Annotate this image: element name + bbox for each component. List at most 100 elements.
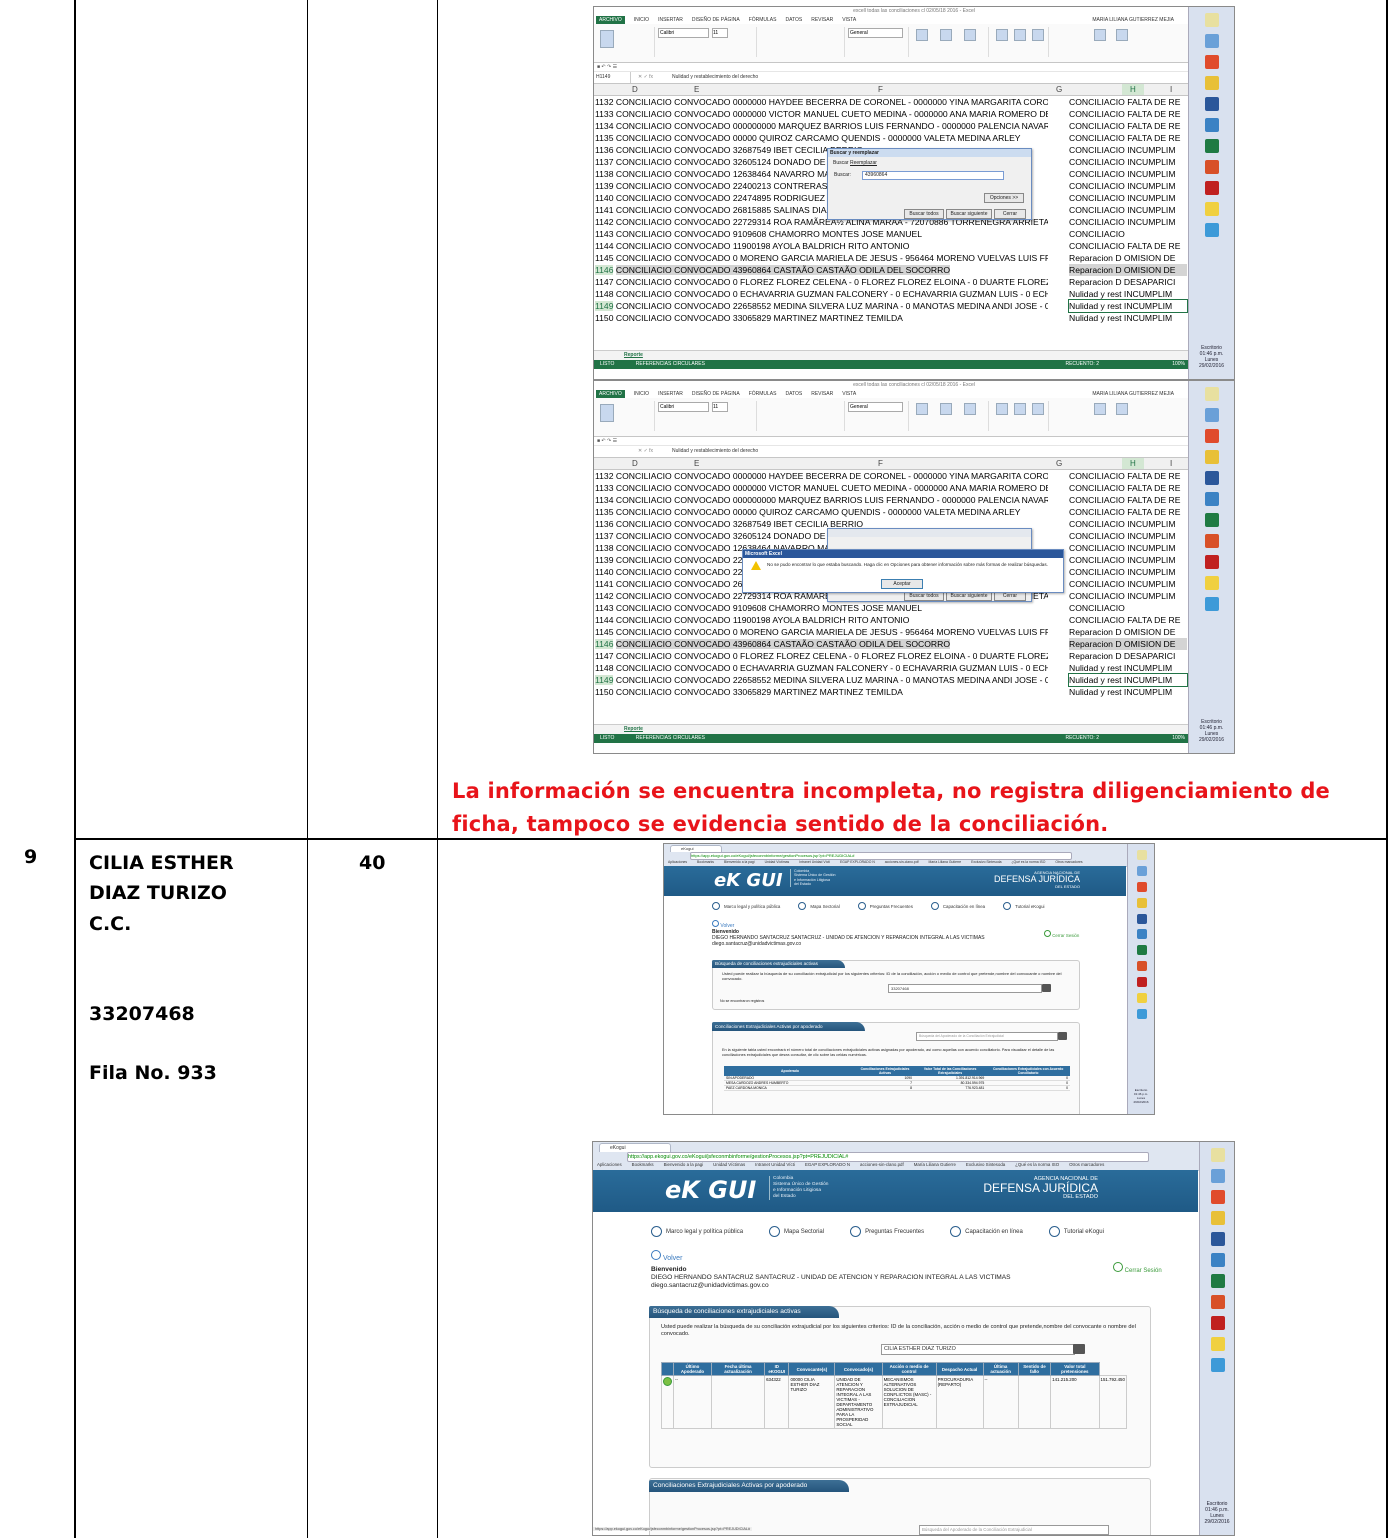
taskbar-app-icon[interactable] xyxy=(1205,13,1219,27)
nav-tutorial[interactable]: Tutorial eKogui xyxy=(1048,1226,1104,1237)
col-g[interactable]: G xyxy=(1056,458,1062,469)
taskbar-app-icon[interactable] xyxy=(1137,898,1147,908)
search-icon[interactable] xyxy=(1058,1032,1067,1040)
row-number[interactable]: 1143 xyxy=(595,603,613,613)
tab-inicio[interactable]: INICIO xyxy=(634,390,649,398)
taskbar-app-icon[interactable] xyxy=(1205,492,1219,506)
row-number[interactable]: 1146 xyxy=(595,639,614,649)
taskbar-app-icon[interactable] xyxy=(1137,914,1147,924)
sheet-row[interactable]: 1143 CONCILIACIO CONVOCADO 9109608 CHAMO… xyxy=(594,228,1234,240)
sheet-row[interactable]: 1135 CONCILIACIO CONVOCADO 00000 QUIROZ … xyxy=(594,506,1234,518)
taskbar-app-icon[interactable] xyxy=(1211,1337,1225,1351)
tab-find[interactable]: Buscar xyxy=(833,160,849,166)
row-col-h[interactable]: CONCILIACIO FALTA DE RE xyxy=(1069,96,1187,108)
row-data[interactable]: 1145 CONCILIACIO CONVOCADO 0 MORENO GARC… xyxy=(595,626,1048,638)
row-number[interactable]: 1132 xyxy=(595,471,613,481)
row-col-h[interactable]: CONCILIACIO INCUMPLIM xyxy=(1069,216,1187,228)
tab-datos[interactable]: DATOS xyxy=(785,16,802,24)
taskbar-clock[interactable]: Escritorio 01:46 p.m. Lunes 29/02/2016 xyxy=(1189,345,1234,369)
sheet-row[interactable]: 1145 CONCILIACIO CONVOCADO 0 MORENO GARC… xyxy=(594,252,1234,264)
bookmark-item[interactable]: Otros marcadores xyxy=(1069,1162,1104,1167)
row-col-h[interactable]: Nulidad y rest INCUMPLIM xyxy=(1069,312,1187,324)
taskbar-app-icon[interactable] xyxy=(1211,1253,1225,1267)
row-col-h[interactable]: Nulidad y rest INCUMPLIM xyxy=(1069,686,1187,698)
bookmark-item[interactable]: Bookmarks xyxy=(632,1162,654,1167)
tab-replace[interactable]: Reemplazar xyxy=(850,160,877,166)
taskbar-app-icon[interactable] xyxy=(1205,223,1219,237)
row-number[interactable]: 1143 xyxy=(595,229,613,239)
row-number[interactable]: 1142 xyxy=(595,217,613,227)
tab-insertar[interactable]: INSERTAR xyxy=(658,390,683,398)
col-e[interactable]: E xyxy=(694,84,699,95)
sheet-row[interactable]: 1143 CONCILIACIO CONVOCADO 9109608 CHAMO… xyxy=(594,602,1234,614)
nav-tutorial[interactable]: Tutorial eKogui xyxy=(1003,902,1045,910)
taskbar-app-icon[interactable] xyxy=(1211,1190,1225,1204)
sheet-row[interactable]: 1133 CONCILIACIO CONVOCADO 0000000 VICTO… xyxy=(594,482,1234,494)
tab-archivo[interactable]: ARCHIVO xyxy=(596,16,625,24)
taskbar-app-icon[interactable] xyxy=(1205,408,1219,422)
row-col-h[interactable]: Reparacion D OMISION DE xyxy=(1069,252,1187,264)
row-col-h[interactable]: Nulidad y rest INCUMPLIM xyxy=(1068,673,1188,687)
row-col-h[interactable]: CONCILIACIO FALTA DE RE xyxy=(1069,132,1187,144)
row-number[interactable]: 1145 xyxy=(595,253,613,263)
taskbar-app-icon[interactable] xyxy=(1137,929,1147,939)
taskbar-app-icon[interactable] xyxy=(1211,1169,1225,1183)
row-data[interactable]: 1147 CONCILIACIO CONVOCADO 0 FLOREZ FLOR… xyxy=(595,276,1048,288)
result-action-cell[interactable] xyxy=(661,1375,674,1429)
row-col-h[interactable]: CONCILIACIO INCUMPLIM xyxy=(1069,144,1187,156)
search-icon[interactable] xyxy=(1073,1344,1085,1354)
row-data[interactable]: 1144 CONCILIACIO CONVOCADO 11900198 AYOL… xyxy=(595,240,1048,252)
row-col-h[interactable]: CONCILIACIO xyxy=(1069,602,1187,614)
conciliation-search-input[interactable]: CILIA ESTHER DIAZ TURIZO xyxy=(881,1344,1075,1355)
taskbar-app-icon[interactable] xyxy=(1205,471,1219,485)
row-data[interactable]: 1135 CONCILIACIO CONVOCADO 00000 QUIROZ … xyxy=(595,506,1048,518)
row-number[interactable]: 1137 xyxy=(595,531,613,541)
row-data[interactable]: 1150 CONCILIACIO CONVOCADO 33065829 MART… xyxy=(595,686,1048,698)
zoom-level[interactable]: 100% xyxy=(1172,734,1185,743)
browser-tab[interactable]: eKogui xyxy=(599,1143,671,1152)
find-select-icon[interactable] xyxy=(1116,29,1128,41)
row-col-h[interactable]: CONCILIACIO INCUMPLIM xyxy=(1069,590,1187,602)
find-select-icon[interactable] xyxy=(1116,403,1128,415)
row-number[interactable]: 1138 xyxy=(595,543,613,553)
row-number[interactable]: 1141 xyxy=(595,579,613,589)
row-col-h[interactable]: CONCILIACIO FALTA DE RE xyxy=(1069,120,1187,132)
row-col-h[interactable]: CONCILIACIO INCUMPLIM xyxy=(1069,518,1187,530)
row-number[interactable]: 1149 xyxy=(595,301,614,311)
nav-mapa-sectorial[interactable]: Mapa Sectorial xyxy=(798,902,840,910)
tab-formulas[interactable]: FÓRMULAS xyxy=(749,390,777,398)
row-col-h[interactable]: CONCILIACIO FALTA DE RE xyxy=(1069,482,1187,494)
taskbar-app-icon[interactable] xyxy=(1205,597,1219,611)
sort-filter-icon[interactable] xyxy=(1094,29,1106,41)
taskbar-app-icon[interactable] xyxy=(1205,513,1219,527)
col-h[interactable]: H xyxy=(1122,84,1144,95)
taskbar-app-icon[interactable] xyxy=(1137,961,1147,971)
tab-diseno[interactable]: DISEÑO DE PÁGINA xyxy=(692,390,740,398)
apoderado-search-input[interactable]: Búsqueda del Apoderado de la Conciliació… xyxy=(919,1525,1109,1535)
taskbar-app-icon[interactable] xyxy=(1137,866,1147,876)
find-input[interactable]: 43960864 xyxy=(862,171,1004,180)
search-icon[interactable] xyxy=(1042,984,1051,992)
row-col-h[interactable]: Reparacion D OMISION DE xyxy=(1069,264,1187,276)
taskbar-app-icon[interactable] xyxy=(1205,34,1219,48)
conciliation-search-input[interactable]: 33207468 xyxy=(888,984,1042,993)
row-col-h[interactable]: Reparacion D DESAPARICI xyxy=(1069,650,1187,662)
back-link[interactable]: Volver xyxy=(651,1250,1151,1263)
row-col-h[interactable]: CONCILIACIO INCUMPLIM xyxy=(1069,530,1187,542)
row-col-h[interactable]: CONCILIACIO FALTA DE RE xyxy=(1069,108,1187,120)
nav-marco-legal[interactable]: Marco legal y política pública xyxy=(651,1226,743,1237)
row-data[interactable]: 1135 CONCILIACIO CONVOCADO 00000 QUIROZ … xyxy=(595,132,1048,144)
row-col-h[interactable]: CONCILIACIO FALTA DE RE xyxy=(1069,240,1187,252)
row-number[interactable]: 1141 xyxy=(595,205,613,215)
bookmark-item[interactable]: María Liliana Gutierre xyxy=(929,860,962,864)
view-detail-icon[interactable] xyxy=(663,1377,672,1386)
sheet-row[interactable]: 1132 CONCILIACIO CONVOCADO 0000000 HAYDE… xyxy=(594,96,1234,108)
row-col-h[interactable]: Reparacion D OMISION DE xyxy=(1069,626,1187,638)
row-col-h[interactable]: CONCILIACIO xyxy=(1069,228,1187,240)
bookmark-item[interactable]: Intranet Unidad Vícti xyxy=(799,860,830,864)
formula-content[interactable]: Nulidad y restablecimiento del derecho xyxy=(672,72,758,83)
bookmark-item[interactable]: Unidad Víctimas xyxy=(713,1162,745,1167)
row-col-h[interactable]: CONCILIACIO INCUMPLIM xyxy=(1069,578,1187,590)
row-number[interactable]: 1133 xyxy=(595,109,613,119)
sheet-row[interactable]: 1150 CONCILIACIO CONVOCADO 33065829 MART… xyxy=(594,686,1234,698)
